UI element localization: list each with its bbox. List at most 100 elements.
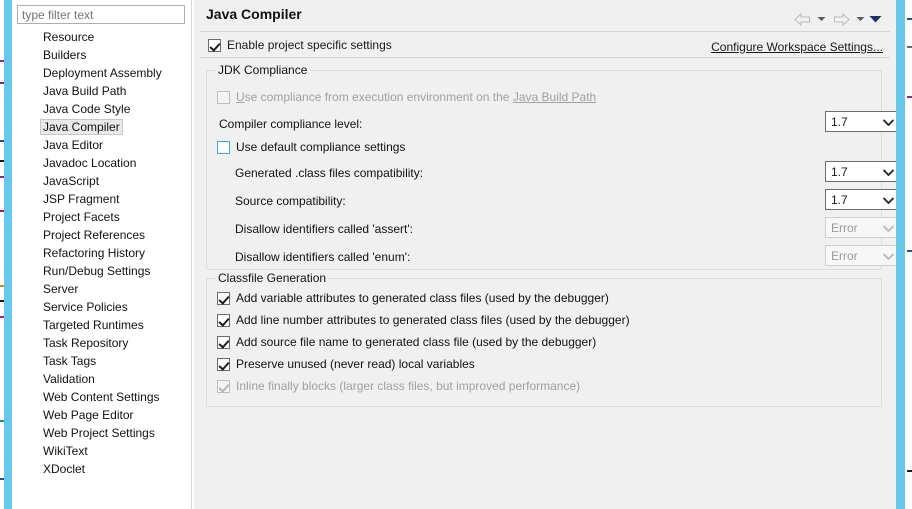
sidebar-item-label: Web Content Settings bbox=[43, 390, 160, 404]
inline-finally-blocks-checkbox[interactable] bbox=[217, 379, 230, 393]
sidebar-item-wikitext[interactable]: WikiText bbox=[12, 442, 191, 460]
sidebar-item-run-debug-settings[interactable]: Run/Debug Settings bbox=[12, 262, 191, 280]
sidebar-item-java-build-path[interactable]: Java Build Path bbox=[12, 82, 191, 100]
chevron-down-icon bbox=[882, 249, 895, 263]
sidebar-item-project-references[interactable]: Project References bbox=[12, 226, 191, 244]
preserve-unused-locals-checkbox[interactable] bbox=[217, 357, 230, 371]
back-history-chevron-down-icon[interactable] bbox=[815, 10, 828, 28]
source-compatibility-value: 1.7 bbox=[831, 192, 848, 207]
inline-finally-blocks-label: Inline finally blocks (larger class file… bbox=[236, 379, 581, 393]
add-line-number-attributes-label: Add line number attributes to generated … bbox=[236, 313, 630, 327]
generated-class-files-compatibility-label: Generated .class files compatibility: bbox=[235, 166, 424, 180]
classfile-generation-group: Classfile Generation Add variable attrib… bbox=[206, 271, 882, 407]
classfile-generation-group-title: Classfile Generation bbox=[215, 271, 330, 285]
disallow-enum-label: Disallow identifiers called 'enum': bbox=[235, 250, 411, 264]
sidebar-item-validation[interactable]: Validation bbox=[12, 370, 191, 388]
add-source-file-name-checkbox[interactable] bbox=[217, 335, 230, 349]
disallow-enum-combo[interactable]: Error bbox=[825, 245, 902, 266]
use-execution-environment-label: Use compliance from execution environmen… bbox=[236, 90, 597, 104]
sidebar-item-java-compiler[interactable]: Java Compiler bbox=[12, 118, 191, 136]
sidebar-item-label: Java Code Style bbox=[43, 102, 131, 116]
forward-arrow-icon[interactable] bbox=[830, 10, 852, 28]
add-variable-attributes-label: Add variable attributes to generated cla… bbox=[236, 291, 609, 305]
add-line-number-attributes-checkbox[interactable] bbox=[217, 313, 230, 327]
history-navigation bbox=[791, 10, 882, 28]
compiler-compliance-level-combo[interactable]: 1.7 bbox=[825, 111, 902, 132]
add-source-file-name-label: Add source file name to generated class … bbox=[236, 335, 597, 349]
sidebar-item-javascript[interactable]: JavaScript bbox=[12, 172, 191, 190]
sidebar-item-label: Task Tags bbox=[43, 354, 97, 368]
chevron-down-icon bbox=[882, 193, 895, 207]
background-sliver-right bbox=[905, 0, 912, 509]
sidebar-item-javadoc-location[interactable]: Javadoc Location bbox=[12, 154, 191, 172]
inline-finally-blocks-row[interactable]: Inline finally blocks (larger class file… bbox=[217, 379, 630, 393]
disallow-assert-value: Error bbox=[831, 220, 858, 235]
sidebar-item-label: Web Project Settings bbox=[43, 426, 155, 440]
sidebar-item-xdoclet[interactable]: XDoclet bbox=[12, 460, 191, 478]
jdk-compliance-group-title: JDK Compliance bbox=[215, 63, 311, 77]
sidebar-item-label: Task Repository bbox=[43, 336, 129, 350]
add-variable-attributes-row[interactable]: Add variable attributes to generated cla… bbox=[217, 291, 630, 305]
sidebar-item-refactoring-history[interactable]: Refactoring History bbox=[12, 244, 191, 262]
forward-history-chevron-down-icon[interactable] bbox=[854, 10, 867, 28]
sidebar-item-builders[interactable]: Builders bbox=[12, 46, 191, 64]
sidebar-item-service-policies[interactable]: Service Policies bbox=[12, 298, 191, 316]
header-divider-bottom bbox=[200, 57, 890, 58]
sidebar-item-label: Javadoc Location bbox=[43, 156, 137, 170]
source-compatibility-label: Source compatibility: bbox=[235, 194, 346, 208]
sidebar-item-task-repository[interactable]: Task Repository bbox=[12, 334, 191, 352]
sidebar-item-label: Project Facets bbox=[43, 210, 120, 224]
back-arrow-icon[interactable] bbox=[791, 10, 813, 28]
source-compatibility-combo[interactable]: 1.7 bbox=[825, 189, 902, 210]
sidebar-item-label: Service Policies bbox=[43, 300, 128, 314]
sidebar-item-label: Java Compiler bbox=[40, 119, 123, 135]
configure-workspace-settings-link[interactable]: Configure Workspace Settings... bbox=[711, 40, 883, 54]
sidebar-item-label: Refactoring History bbox=[43, 246, 146, 260]
disallow-enum-value: Error bbox=[831, 248, 858, 263]
sidebar-item-label: Builders bbox=[43, 48, 87, 62]
sidebar-item-java-editor[interactable]: Java Editor bbox=[12, 136, 191, 154]
dialog-edge-left bbox=[4, 0, 12, 509]
sidebar-item-label: JSP Fragment bbox=[43, 192, 120, 206]
add-line-number-attributes-row[interactable]: Add line number attributes to generated … bbox=[217, 313, 630, 327]
view-menu-chevron-down-icon[interactable] bbox=[869, 10, 882, 28]
use-default-compliance-settings-row[interactable]: Use default compliance settings bbox=[217, 140, 405, 154]
sidebar-item-web-content-settings[interactable]: Web Content Settings bbox=[12, 388, 191, 406]
disallow-assert-combo[interactable]: Error bbox=[825, 217, 902, 238]
preferences-tree[interactable]: Resource Builders Deployment Assembly Ja… bbox=[12, 28, 191, 509]
sidebar-item-label: Targeted Runtimes bbox=[43, 318, 144, 332]
sidebar-item-targeted-runtimes[interactable]: Targeted Runtimes bbox=[12, 316, 191, 334]
sidebar-item-deployment-assembly[interactable]: Deployment Assembly bbox=[12, 64, 191, 82]
sidebar-item-label: Run/Debug Settings bbox=[43, 264, 151, 278]
use-execution-environment-row[interactable]: Use compliance from execution environmen… bbox=[217, 90, 596, 104]
java-build-path-link[interactable]: Java Build Path bbox=[513, 90, 596, 104]
sidebar-item-label: XDoclet bbox=[43, 462, 86, 476]
chevron-down-icon bbox=[882, 165, 895, 179]
use-execution-environment-checkbox[interactable] bbox=[217, 90, 230, 104]
sidebar-item-web-page-editor[interactable]: Web Page Editor bbox=[12, 406, 191, 424]
sidebar-item-label: WikiText bbox=[43, 444, 88, 458]
compiler-compliance-level-value: 1.7 bbox=[831, 114, 848, 129]
preserve-unused-locals-label: Preserve unused (never read) local varia… bbox=[236, 357, 475, 371]
sidebar-item-task-tags[interactable]: Task Tags bbox=[12, 352, 191, 370]
sidebar-item-resource[interactable]: Resource bbox=[12, 28, 191, 46]
sidebar-item-label: JavaScript bbox=[43, 174, 100, 188]
sidebar-item-jsp-fragment[interactable]: JSP Fragment bbox=[12, 190, 191, 208]
chevron-down-icon bbox=[882, 115, 895, 129]
sidebar-item-project-facets[interactable]: Project Facets bbox=[12, 208, 191, 226]
sidebar-item-java-code-style[interactable]: Java Code Style bbox=[12, 100, 191, 118]
enable-project-specific-settings-checkbox[interactable] bbox=[208, 38, 221, 52]
use-default-compliance-settings-checkbox[interactable] bbox=[217, 140, 230, 154]
enable-project-specific-settings-row[interactable]: Enable project specific settings bbox=[208, 38, 392, 52]
generated-class-files-compatibility-combo[interactable]: 1.7 bbox=[825, 161, 902, 182]
jdk-compliance-group: JDK Compliance Use compliance from execu… bbox=[206, 63, 902, 270]
sidebar-item-server[interactable]: Server bbox=[12, 280, 191, 298]
preserve-unused-locals-row[interactable]: Preserve unused (never read) local varia… bbox=[217, 357, 630, 371]
preferences-nav-pane: Resource Builders Deployment Assembly Ja… bbox=[12, 0, 191, 509]
add-source-file-name-row[interactable]: Add source file name to generated class … bbox=[217, 335, 630, 349]
add-variable-attributes-checkbox[interactable] bbox=[217, 291, 230, 305]
filter-input[interactable] bbox=[17, 5, 185, 24]
sidebar-item-web-project-settings[interactable]: Web Project Settings bbox=[12, 424, 191, 442]
header-divider-top bbox=[200, 31, 890, 32]
use-default-compliance-settings-label: Use default compliance settings bbox=[236, 140, 406, 154]
